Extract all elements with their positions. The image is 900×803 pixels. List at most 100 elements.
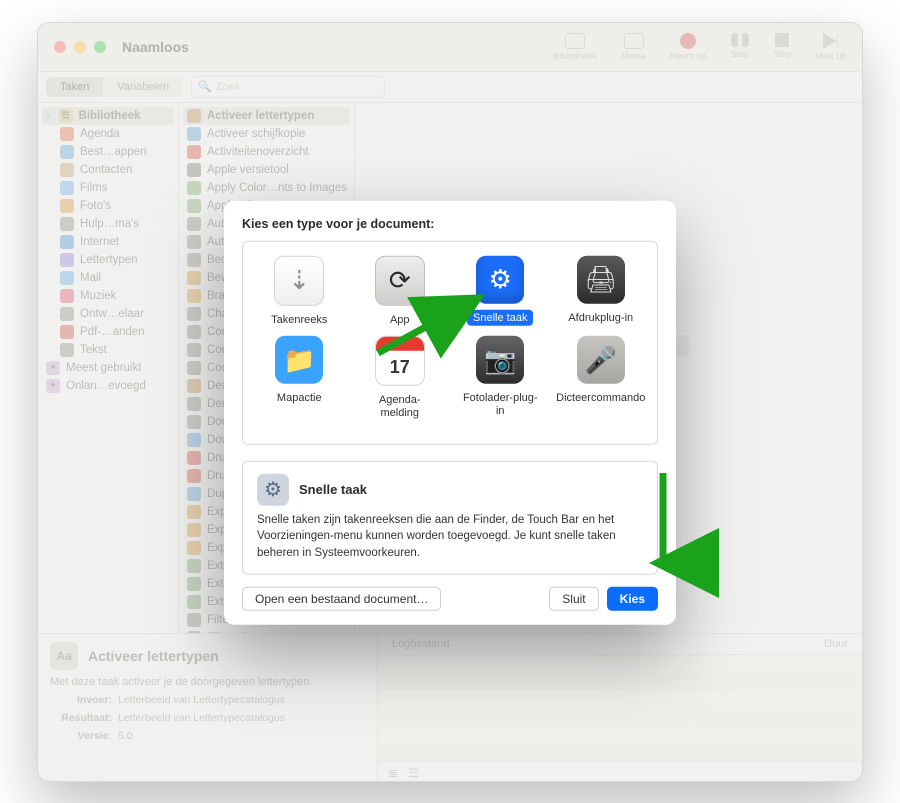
gear-icon: ⚙︎	[476, 255, 524, 303]
template-image-capture[interactable]: 📷 Fotolader-plug-in	[454, 336, 546, 421]
template-description: ⚙︎ Snelle taak Snelle taken zijn takenre…	[242, 460, 658, 574]
template-print-plugin[interactable]: 🖨 Afdrukplug-in	[555, 255, 647, 328]
info-field: Resultaat:Letterbeeld van Lettertypecata…	[50, 712, 365, 724]
info-description: Met deze taak activeer je de doorgegeven…	[50, 676, 365, 688]
window-title: Naamloos	[122, 39, 189, 55]
minimize-window-icon[interactable]	[74, 41, 86, 53]
view-segmented-control: Taken Variabelen	[46, 77, 183, 97]
workflow-icon: ⇣	[274, 255, 324, 305]
window-controls	[54, 41, 106, 53]
action-label: Apply Color…nts to Images	[207, 182, 347, 194]
close-button[interactable]: Sluit	[549, 586, 598, 610]
microphone-icon: 🎤	[577, 336, 625, 384]
search-input[interactable]: 🔍 Zoek	[191, 76, 385, 98]
toolbar-step[interactable]: Stap	[730, 33, 749, 61]
sidebar-item[interactable]: Pdf-…anden	[38, 323, 178, 341]
sidebar-item-label: Foto's	[80, 200, 111, 212]
sidebar-item[interactable]: Agenda	[38, 125, 178, 143]
sidebar-item-label: Ontw…elaar	[80, 308, 144, 320]
sidebar-item[interactable]: Foto's	[38, 197, 178, 215]
template-workflow[interactable]: ⇣ Takenreeks	[253, 255, 345, 328]
log-col-log: Logbestand	[392, 638, 450, 650]
document-type-sheet: Kies een type voor je document: ⇣ Takenr…	[224, 200, 676, 624]
status-bar: ≣ ☲	[378, 761, 862, 782]
gear-icon: ⚙︎	[257, 473, 289, 505]
sidebar-item-label: Pdf-…anden	[80, 326, 145, 338]
sidebar-item-label: Contacten	[80, 164, 132, 176]
sidebar-item-label: Mail	[80, 272, 101, 284]
sidebar-item-label: Films	[80, 182, 107, 194]
template-dictation[interactable]: 🎤 Dicteercommando	[555, 336, 647, 421]
close-window-icon[interactable]	[54, 41, 66, 53]
sidebar-item[interactable]: Contacten	[38, 161, 178, 179]
choose-button[interactable]: Kies	[607, 586, 658, 610]
log-header: Logbestand Duur	[378, 634, 862, 655]
action-row[interactable]: Activeer lettertypen	[183, 107, 350, 125]
sidebar-group-library[interactable]: ▾☰Bibliotheek	[42, 107, 174, 125]
sidebar-item-label: Best…appen	[80, 146, 147, 158]
action-row[interactable]: Apply Color…nts to Images	[179, 179, 354, 197]
sidebar-smart-group[interactable]: ✦Meest gebruikt	[38, 359, 178, 377]
sidebar-item[interactable]: Mail	[38, 269, 178, 287]
sidebar-item-label: Muziek	[80, 290, 116, 302]
sidebar-smart-group[interactable]: ✦Onlan…evoegd	[38, 377, 178, 395]
font-icon: Aa	[50, 642, 78, 670]
sidebar-item-label: Agenda	[80, 128, 120, 140]
sidebar-item[interactable]: Ontw…elaar	[38, 305, 178, 323]
sidebar-item-label: Lettertypen	[80, 254, 138, 266]
action-row[interactable]: Activiteitenoverzicht	[179, 143, 354, 161]
sidebar-item[interactable]: Hulp…ma's	[38, 215, 178, 233]
action-label: Activeer schijfkopie	[207, 128, 305, 140]
toolbar-media[interactable]: Media	[621, 33, 646, 61]
toolbar-library[interactable]: Bibliotheek	[553, 33, 597, 61]
zoom-window-icon[interactable]	[94, 41, 106, 53]
info-field: Versie:5.0	[50, 730, 365, 742]
folder-icon: 📁	[275, 336, 323, 384]
template-folder-action[interactable]: 📁 Mapactie	[253, 336, 345, 421]
action-info-panel: Aa Activeer lettertypen Met deze taak ac…	[38, 634, 378, 782]
camera-icon: 📷	[476, 336, 524, 384]
template-grid: ⇣ Takenreeks ⟳ App ⚙︎ Snelle taak 🖨 Afdr…	[242, 240, 658, 444]
info-field: Invoer:Letterbeeld van Lettertypecatalog…	[50, 694, 365, 706]
tab-tasks[interactable]: Taken	[46, 77, 103, 97]
tab-variables[interactable]: Variabelen	[103, 77, 183, 97]
toolbar-run[interactable]: Voer uit	[815, 33, 846, 61]
action-label: Apple versietool	[207, 164, 289, 176]
log-col-duration: Duur	[824, 638, 848, 650]
sub-toolbar: Taken Variabelen 🔍 Zoek	[38, 72, 862, 103]
sidebar-item[interactable]: Internet	[38, 233, 178, 251]
sidebar-item-label: Internet	[80, 236, 119, 248]
automator-window: { "window": { "title": "Naamloos" }, "to…	[37, 22, 863, 782]
sidebar-item[interactable]: Muziek	[38, 287, 178, 305]
sheet-heading: Kies een type voor je document:	[242, 216, 658, 230]
action-row[interactable]: Activeer schijfkopie	[179, 125, 354, 143]
title-bar: Naamloos Bibliotheek Media Neem op Stap …	[38, 23, 862, 72]
printer-icon: 🖨	[577, 255, 625, 303]
flow-view-icon[interactable]: ☲	[408, 766, 419, 780]
toolbar-actions: Bibliotheek Media Neem op Stap Stop Voer…	[553, 33, 846, 61]
app-icon: ⟳	[375, 255, 425, 305]
toolbar-record[interactable]: Neem op	[670, 33, 707, 61]
info-title: Activeer lettertypen	[88, 648, 219, 664]
sidebar-item[interactable]: Tekst	[38, 341, 178, 359]
sidebar-item[interactable]: Lettertypen	[38, 251, 178, 269]
action-label: Activiteitenoverzicht	[207, 146, 309, 158]
toolbar-stop[interactable]: Stop	[773, 33, 792, 61]
action-label: Filter alinea's	[207, 632, 274, 633]
template-detail-title: Snelle taak	[299, 482, 367, 497]
template-quick-action[interactable]: ⚙︎ Snelle taak	[454, 255, 546, 328]
sidebar-item[interactable]: Films	[38, 179, 178, 197]
open-existing-button[interactable]: Open een bestaand document…	[242, 586, 441, 610]
action-row[interactable]: Apple versietool	[179, 161, 354, 179]
template-detail-body: Snelle taken zijn takenreeksen die aan d…	[257, 511, 643, 561]
calendar-icon: 17	[375, 336, 425, 386]
sidebar-item-label: Tekst	[80, 344, 107, 356]
log-body	[378, 655, 862, 761]
action-label: Activeer lettertypen	[207, 110, 314, 122]
search-icon: 🔍	[198, 80, 212, 93]
template-calendar-alarm[interactable]: 17 Agenda-melding	[354, 336, 446, 421]
sidebar-item[interactable]: Best…appen	[38, 143, 178, 161]
template-app[interactable]: ⟳ App	[354, 255, 446, 328]
list-view-icon[interactable]: ≣	[388, 766, 398, 780]
action-row[interactable]: Filter alinea's	[179, 629, 354, 633]
